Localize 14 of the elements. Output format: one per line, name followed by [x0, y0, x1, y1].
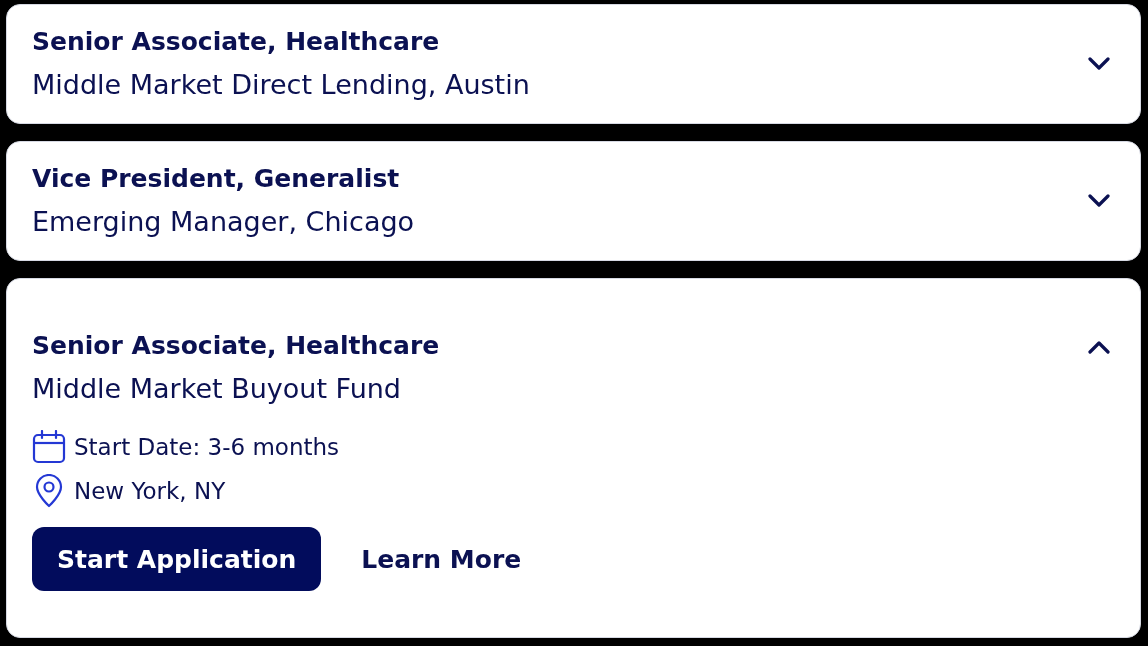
location-text: New York, NY	[74, 478, 226, 504]
start-date-text: Start Date: 3-6 months	[74, 434, 340, 460]
job-subtitle: Emerging Manager, Chicago	[32, 205, 415, 239]
chevron-down-icon[interactable]	[1087, 57, 1111, 71]
job-subtitle: Middle Market Buyout Fund	[32, 372, 402, 406]
job-subtitle: Middle Market Direct Lending, Austin	[32, 68, 530, 102]
job-title: Vice President, Generalist	[32, 163, 401, 195]
job-title: Senior Associate, Healthcare	[32, 330, 440, 362]
job-title: Senior Associate, Healthcare	[32, 26, 441, 58]
start-application-button[interactable]: Start Application	[32, 527, 322, 591]
chevron-up-icon[interactable]	[1087, 340, 1111, 354]
calendar-icon	[32, 430, 66, 464]
chevron-down-icon[interactable]	[1087, 194, 1111, 208]
learn-more-link[interactable]: Learn More	[361, 544, 522, 574]
